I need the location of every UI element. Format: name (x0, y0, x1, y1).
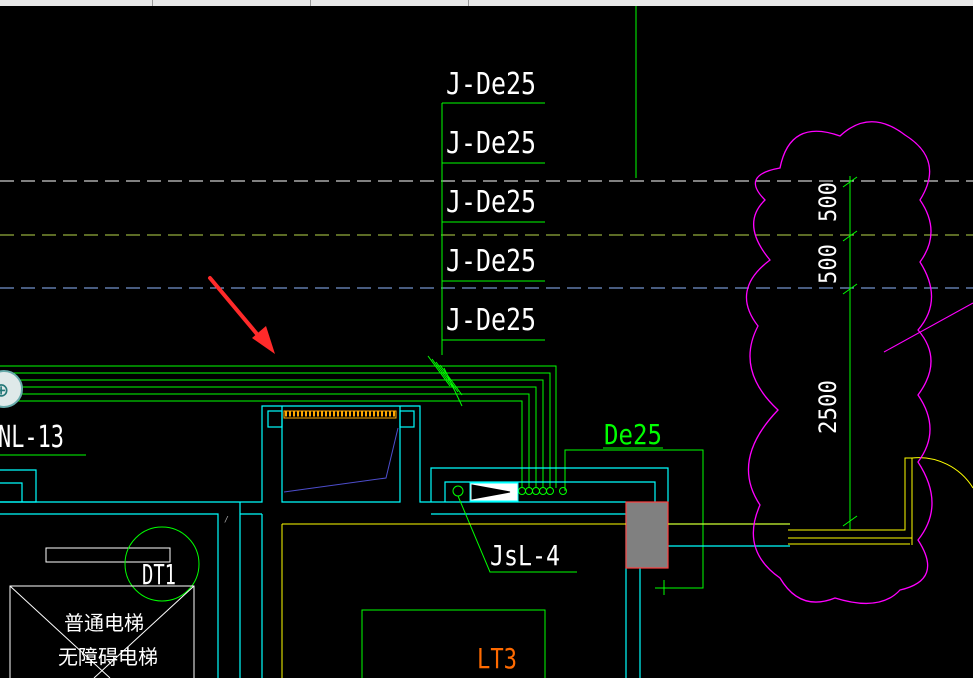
pipe-label: J-De25 (446, 185, 536, 220)
pipe-break-marks (427, 355, 463, 407)
grid-bubble-icon: ⊕ (0, 376, 8, 404)
pipe-label: J-De25 (446, 303, 536, 338)
annotation-arrow (208, 276, 275, 354)
stair-outline (361, 609, 546, 678)
pipe-label: J-De25 (446, 126, 536, 161)
revision-cloud-leader (883, 302, 973, 353)
wall-mark: / (224, 515, 229, 524)
window-line (283, 427, 399, 493)
stair-label: LT3 (477, 642, 517, 675)
fixture-circle (452, 485, 464, 497)
structural-column (625, 501, 669, 569)
dimension-label: 500 (814, 244, 842, 284)
fixture-label: JsL-4 (490, 539, 560, 572)
dimension-label: 2500 (814, 380, 842, 434)
dimension-chain (842, 176, 858, 530)
pipe-label: J-De25 (446, 244, 536, 279)
dimension-label: 500 (814, 182, 842, 222)
elevator-note: 无障碍电梯 (58, 645, 158, 669)
walls (0, 405, 790, 678)
cad-drawing-canvas[interactable]: J-De25 J-De25 J-De25 J-De25 J-De25 De25 (0, 6, 973, 678)
pipe-id-label: NL-13 (0, 420, 64, 455)
pipe-end-circles (518, 487, 567, 495)
wall-hatch (283, 410, 397, 419)
riser-label: De25 (604, 418, 662, 451)
pipe-label: J-De25 (446, 67, 536, 102)
elevator-note: 普通电梯 (64, 611, 144, 635)
